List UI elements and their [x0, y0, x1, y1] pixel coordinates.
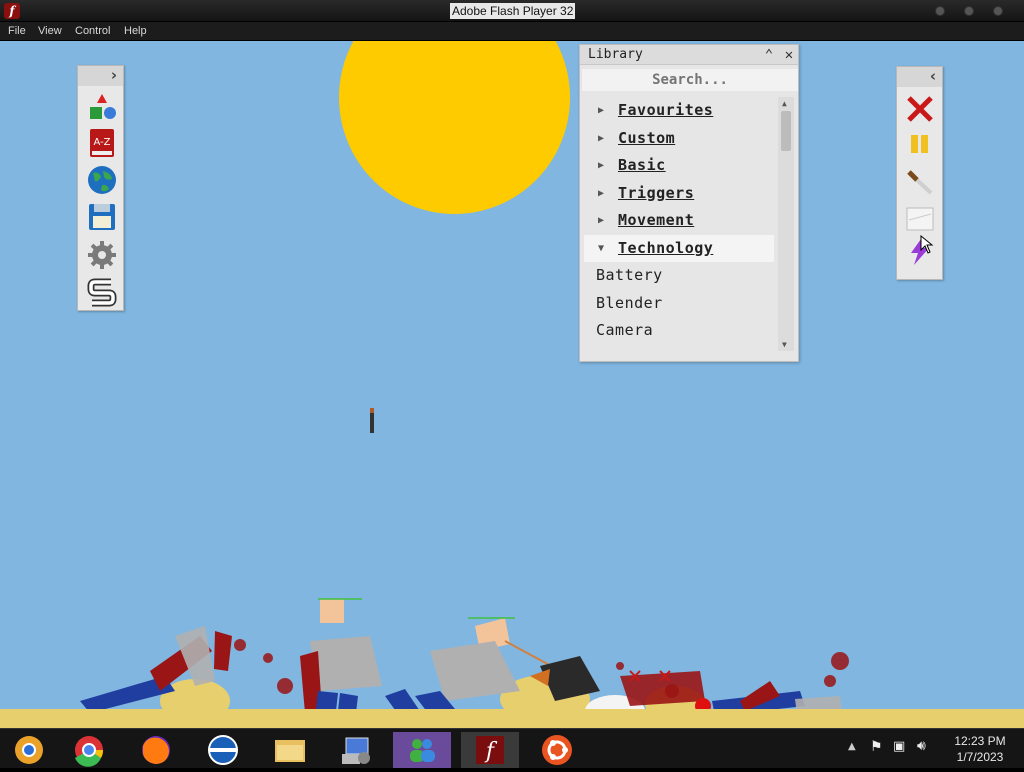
action-center-flag-icon[interactable]: ⚑: [870, 739, 883, 755]
windows-live-messenger-icon[interactable]: [393, 732, 451, 768]
collapsed-arrow-icon: ▶: [598, 160, 605, 171]
left-toolbar: › A-Z: [77, 65, 124, 311]
collapsed-arrow-icon: ▶: [598, 187, 605, 199]
minimize-button[interactable]: [935, 6, 945, 16]
spawn-shapes-icon[interactable]: [87, 92, 117, 122]
window-title: Adobe Flash Player 32: [450, 3, 576, 19]
flash-player-icon[interactable]: f: [461, 732, 519, 768]
expanded-arrow-icon: ▼: [598, 242, 605, 254]
collapse-arrow-icon[interactable]: ‹: [930, 67, 936, 85]
globe-icon[interactable]: [87, 165, 117, 195]
menu-view[interactable]: View: [38, 25, 62, 37]
library-list: ▶ Favourites ▶ Custom ▶ Basic ▶ Triggers ▶ Mo…: [584, 97, 774, 355]
category-movement[interactable]: ▶ Movement: [584, 207, 774, 235]
sand-ground: [0, 709, 1024, 728]
category-label: Favourites: [618, 101, 714, 119]
title-bar: f Adobe Flash Player 32: [0, 0, 1024, 22]
collapsed-arrow-icon: ▶: [598, 215, 605, 226]
category-technology[interactable]: ▼ Technology: [584, 234, 774, 262]
collapse-library-button[interactable]: ⌃: [760, 46, 778, 64]
s-logo-icon[interactable]: [87, 277, 117, 307]
collapsed-arrow-icon: ▶: [598, 132, 605, 144]
mouse-cursor-icon: [920, 235, 934, 254]
delete-x-icon[interactable]: [905, 94, 935, 124]
menu-bar: File View Control Help: [0, 22, 1024, 41]
right-toolbar-header: ‹: [897, 67, 942, 87]
opera-icon[interactable]: [194, 732, 252, 768]
category-custom[interactable]: ▶ Custom: [584, 125, 774, 153]
chrome-icon[interactable]: [60, 732, 118, 768]
knife-icon[interactable]: [905, 166, 935, 196]
a-z-book-icon[interactable]: A-Z: [87, 128, 117, 158]
a-z-label: A-Z: [93, 137, 110, 148]
category-basic[interactable]: ▶ Basic: [584, 152, 774, 180]
collapsed-arrow-icon: ▶: [598, 105, 605, 116]
show-hidden-icons-icon[interactable]: ▲: [848, 741, 856, 752]
gear-icon[interactable]: [87, 240, 117, 270]
pause-icon[interactable]: [905, 130, 935, 160]
menu-file[interactable]: File: [8, 25, 26, 37]
volume-icon[interactable]: 🔊︎: [917, 738, 926, 754]
network-icon[interactable]: ▣: [893, 739, 905, 754]
taskbar: f ▲ ⚑ ▣ 🔊︎ 12:23 PM 1/7/2023: [0, 728, 1024, 768]
chrome-canary-icon[interactable]: [0, 732, 58, 768]
system-clock[interactable]: 12:23 PM 1/7/2023: [940, 733, 1020, 765]
library-search-input[interactable]: [582, 69, 798, 91]
file-explorer-icon[interactable]: [261, 732, 319, 768]
library-item-battery[interactable]: Battery: [584, 262, 774, 290]
library-item-blender[interactable]: Blender: [584, 290, 774, 318]
control-panel-icon[interactable]: [328, 732, 386, 768]
ragdoll-scene[interactable]: [0, 541, 1024, 728]
menu-help[interactable]: Help: [124, 25, 147, 37]
expand-arrow-icon[interactable]: ›: [111, 66, 117, 84]
maximize-button[interactable]: [964, 6, 974, 16]
scroll-up-icon[interactable]: ▲: [782, 99, 787, 108]
ubuntu-icon[interactable]: [528, 732, 586, 768]
left-toolbar-header: ›: [78, 66, 123, 86]
library-title: Library: [588, 47, 643, 62]
right-toolbar: ‹: [896, 66, 943, 280]
library-header: Library ⌃ ✕: [580, 45, 798, 65]
category-triggers[interactable]: ▶ Triggers: [584, 180, 774, 208]
glass-pane-icon[interactable]: [905, 204, 935, 234]
category-label: Technology: [618, 238, 714, 257]
scroll-down-icon[interactable]: ▼: [782, 340, 787, 349]
flash-app-icon: f: [4, 3, 20, 19]
library-scroll-thumb[interactable]: [781, 111, 791, 151]
sun: [339, 41, 570, 214]
category-label: Triggers: [618, 183, 695, 202]
category-favourites[interactable]: ▶ Favourites: [584, 97, 774, 125]
floppy-disk-icon[interactable]: [87, 202, 117, 232]
close-library-button[interactable]: ✕: [780, 46, 798, 64]
game-stage[interactable]: › A-Z ‹ Library ⌃ ✕ Search... ▶ Favourit…: [0, 41, 1024, 728]
menu-control[interactable]: Control: [75, 25, 110, 37]
library-panel: Library ⌃ ✕ ▶ Favourites ▶ Custom ▶ Basic ▶…: [579, 44, 799, 362]
library-item-camera[interactable]: Camera: [584, 317, 774, 345]
clock-time: 12:23 PM: [954, 734, 1006, 748]
clock-date: 1/7/2023: [956, 750, 1004, 764]
category-label: Movement: [618, 211, 695, 229]
close-window-button[interactable]: [993, 6, 1003, 16]
library-scrollbar[interactable]: ▲ ▼: [778, 97, 794, 351]
falling-bullet[interactable]: [370, 408, 374, 433]
firefox-icon[interactable]: [127, 732, 185, 768]
category-label: Custom: [618, 128, 676, 147]
category-label: Basic: [618, 156, 666, 174]
